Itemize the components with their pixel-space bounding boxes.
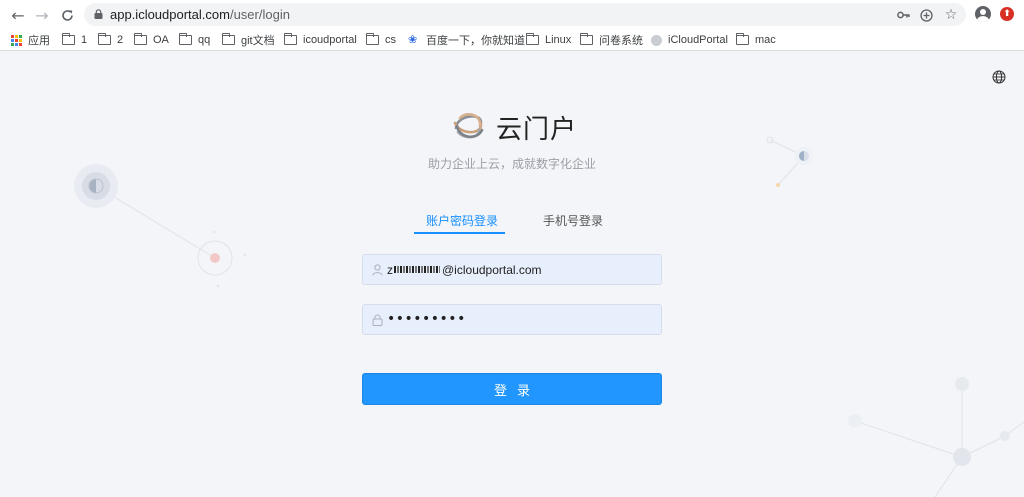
active-tab-indicator xyxy=(414,232,505,234)
bookmark-mac[interactable]: mac xyxy=(735,32,776,48)
lock-icon xyxy=(372,314,383,326)
bookmark-apps[interactable]: 应用 xyxy=(11,32,50,48)
reload-icon[interactable] xyxy=(57,5,77,25)
address-bar[interactable]: app.icloudportal.com/user/login ☆ xyxy=(84,3,966,26)
bookmark-qq[interactable]: qq xyxy=(178,32,210,48)
bookmark-icoudportal[interactable]: icoudportal xyxy=(283,32,357,48)
profile-avatar-icon[interactable] xyxy=(975,6,991,22)
login-button[interactable]: 登录 xyxy=(362,373,662,405)
username-input[interactable]: z @icloudportal.com xyxy=(362,254,662,285)
bookmark-git-docs[interactable]: git文档 xyxy=(221,32,275,48)
add-to-page-icon[interactable] xyxy=(918,7,934,23)
site-favicon-icon xyxy=(651,34,662,46)
slogan: 助力企业上云，成就数字化企业 xyxy=(427,157,596,171)
key-icon[interactable] xyxy=(895,7,911,23)
lock-icon xyxy=(94,9,103,19)
browser-toolbar: ← → app.icloudportal.com/user/login ☆ ⬆ xyxy=(0,0,1024,29)
folder-icon xyxy=(365,33,379,45)
apps-grid-icon xyxy=(11,34,22,46)
bookmark-survey[interactable]: 问卷系统 xyxy=(579,32,643,48)
bookmark-cs[interactable]: cs xyxy=(365,32,396,48)
tab-account-password[interactable]: 账户密码登录 xyxy=(426,212,498,229)
user-icon xyxy=(372,264,383,276)
back-arrow-icon[interactable]: ← xyxy=(8,5,28,25)
brand-logo-icon xyxy=(453,113,484,139)
forward-arrow-icon[interactable]: → xyxy=(32,5,52,25)
brand-name: 云门户 xyxy=(496,115,578,145)
bookmark-1[interactable]: 1 xyxy=(61,32,87,48)
folder-icon xyxy=(579,33,593,45)
language-globe-icon[interactable] xyxy=(992,70,1006,84)
bookmark-icloudportal[interactable]: iCloudPortal xyxy=(651,32,728,48)
bookmarks-bar: 应用 1 2 OA qq git文档 icoudportal cs ❀ 百度一下，… xyxy=(0,29,1024,51)
tab-phone-login[interactable]: 手机号登录 xyxy=(543,212,603,229)
username-value: z @icloudportal.com xyxy=(387,263,542,277)
folder-icon xyxy=(735,33,749,45)
folder-icon xyxy=(283,33,297,45)
login-page: 云门户 助力企业上云，成就数字化企业 账户密码登录 手机号登录 z @icloud… xyxy=(0,52,1024,497)
redacted-text xyxy=(394,266,440,274)
password-value: ••••••••• xyxy=(387,311,466,327)
bookmark-oa[interactable]: OA xyxy=(133,32,169,48)
folder-icon xyxy=(133,33,147,45)
folder-icon xyxy=(61,33,75,45)
bookmark-baidu[interactable]: ❀ 百度一下，你就知道 xyxy=(408,32,525,48)
url-text: app.icloudportal.com/user/login xyxy=(110,7,290,22)
brand-header: 云门户 xyxy=(450,106,590,146)
password-input[interactable]: ••••••••• xyxy=(362,304,662,335)
bookmark-2[interactable]: 2 xyxy=(97,32,123,48)
bookmark-linux[interactable]: Linux xyxy=(525,32,571,48)
folder-icon xyxy=(525,33,539,45)
login-tabs: 账户密码登录 手机号登录 xyxy=(362,212,662,236)
folder-icon xyxy=(221,33,235,45)
extension-icon[interactable]: ⬆ xyxy=(1000,7,1014,21)
baidu-paw-icon: ❀ xyxy=(408,33,418,46)
folder-icon xyxy=(178,33,192,45)
star-bookmark-icon[interactable]: ☆ xyxy=(943,7,959,23)
folder-icon xyxy=(97,33,111,45)
